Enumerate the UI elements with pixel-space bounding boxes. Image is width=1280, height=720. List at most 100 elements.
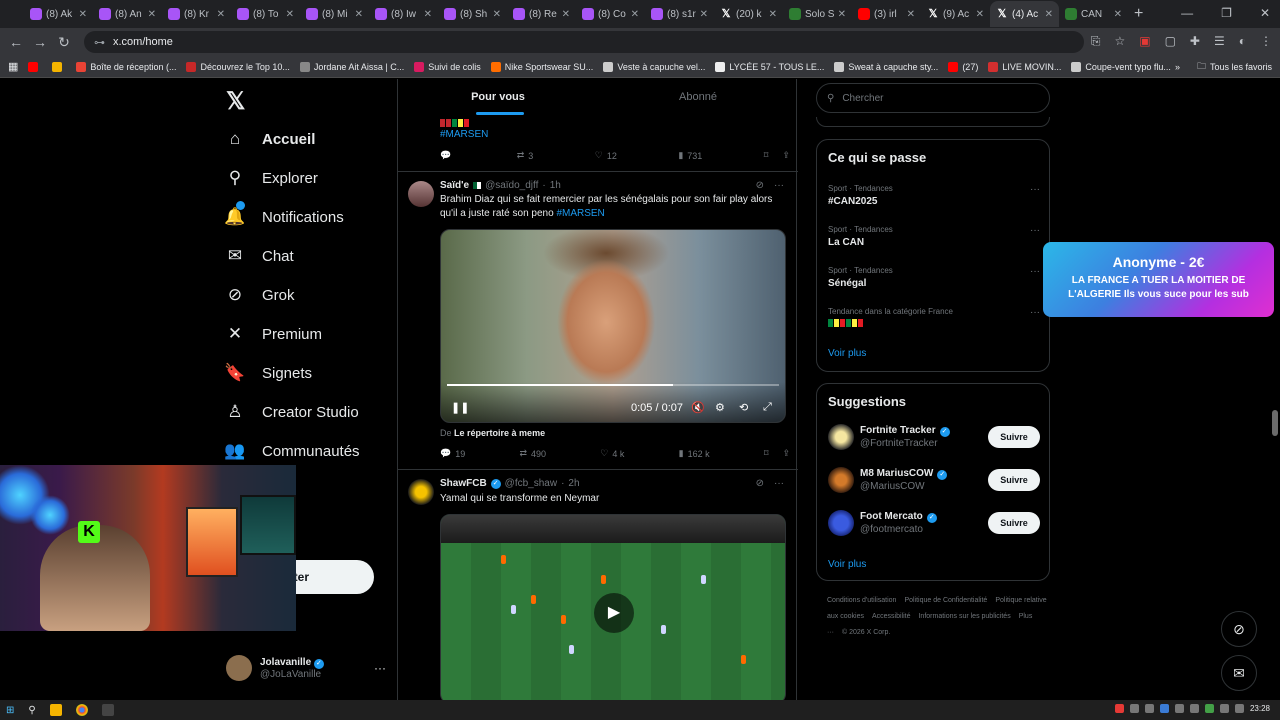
grok-icon[interactable]: ⊘ — [756, 478, 764, 489]
views-button[interactable]: ▮ 731 — [678, 150, 702, 161]
reply-button[interactable]: 💬 19 — [440, 448, 465, 459]
suggestion-item[interactable]: Fortnite Tracker ✓ @FortniteTracker Suivre — [828, 424, 1040, 450]
maximize-icon[interactable]: ❐ — [1221, 6, 1232, 20]
hashtag-link[interactable]: #MARSEN — [556, 208, 604, 219]
retweet-button[interactable]: ⇄ 3 — [517, 150, 534, 161]
close-tab-icon[interactable]: ✕ — [631, 9, 639, 20]
nav-item-chat[interactable]: ✉ Chat — [222, 246, 294, 266]
more-icon[interactable]: ··· — [374, 661, 386, 675]
avatar[interactable] — [408, 181, 434, 207]
nav-item-grok[interactable]: ⊘ Grok — [222, 285, 295, 305]
follow-button[interactable]: Suivre — [988, 512, 1040, 534]
minimize-icon[interactable]: — — [1181, 6, 1193, 20]
profile-avatar-icon[interactable]: ◐ — [1239, 34, 1246, 49]
tweet-time[interactable]: 2h — [568, 478, 579, 489]
nav-item-notifications[interactable]: 🔔 Notifications — [222, 201, 344, 227]
browser-tab[interactable]: (8) To ✕ — [231, 1, 300, 27]
footer-link[interactable]: Informations sur les publicités — [918, 613, 1010, 620]
close-tab-icon[interactable]: ✕ — [838, 9, 846, 20]
app-icon[interactable] — [101, 704, 114, 716]
more-icon[interactable]: ··· — [774, 478, 784, 489]
trend-item[interactable]: Sport · Tendances #CAN2025 ··· — [828, 184, 1040, 207]
new-tab-button[interactable]: + — [1134, 5, 1143, 23]
see-more-link[interactable]: Voir plus — [828, 348, 866, 359]
browser-tab[interactable]: (3) irl ✕ — [852, 1, 921, 27]
video-player[interactable]: ❚❚ 0:05 / 0:07 🔇 ⚙ ⟲ ⤢ — [440, 229, 786, 423]
browser-tab[interactable]: (8) An ✕ — [93, 1, 162, 27]
browser-tab[interactable]: (8) Kr ✕ — [162, 1, 231, 27]
browser-tab[interactable]: (8) s1r ✕ — [645, 1, 714, 27]
mute-icon[interactable]: 🔇 — [691, 401, 705, 414]
clock[interactable]: 23:28 — [1250, 704, 1270, 713]
apps-icon[interactable]: ▦ — [8, 60, 18, 73]
retweet-button[interactable]: ⇄ 490 — [519, 448, 546, 459]
author-name[interactable]: Saïd'e — [440, 180, 469, 191]
browser-tab[interactable]: 𝕏 (9) Ac ✕ — [921, 1, 990, 27]
close-tab-icon[interactable]: ✕ — [907, 9, 915, 20]
bookmark-item[interactable]: Veste à capuche vel... — [603, 61, 705, 72]
site-info-icon[interactable]: ⊶ — [94, 36, 105, 49]
tray-icon[interactable] — [1129, 704, 1139, 713]
browser-tab[interactable]: (8) Sh ✕ — [438, 1, 507, 27]
footer-link[interactable]: Conditions d'utilisation — [827, 597, 896, 604]
bookmark-item[interactable] — [28, 61, 42, 72]
file-explorer-icon[interactable] — [49, 704, 62, 716]
back-icon[interactable]: ← — [4, 34, 28, 50]
like-button[interactable]: ♡ 12 — [595, 150, 617, 161]
close-window-icon[interactable]: ✕ — [1260, 6, 1270, 20]
see-more-link[interactable]: Voir plus — [828, 559, 866, 570]
footer-link[interactable]: Politique de Confidentialité — [904, 597, 987, 604]
bookmark-button[interactable]: ⌑ ⇪ — [764, 448, 790, 459]
loop-icon[interactable]: ⟲ — [739, 401, 748, 414]
tray-icon[interactable] — [1114, 704, 1124, 713]
browser-tab[interactable]: (8) Iw ✕ — [369, 1, 438, 27]
trend-item[interactable]: Sport · Tendances La CAN ··· — [828, 225, 1040, 248]
browser-tab[interactable]: 𝕏 (20) k ✕ — [714, 1, 783, 27]
chrome-icon[interactable] — [75, 704, 88, 716]
browser-tab[interactable]: CAN ✕ — [1059, 1, 1128, 27]
windows-start-icon[interactable]: ⊞ — [6, 705, 14, 716]
author-handle[interactable]: @saïdo_djff — [485, 180, 538, 191]
close-tab-icon[interactable]: ✕ — [769, 9, 777, 20]
reply-button[interactable]: 💬 — [440, 150, 455, 161]
chevron-right-icon[interactable]: » — [1175, 62, 1180, 72]
tray-icon[interactable] — [1204, 704, 1214, 713]
author-handle[interactable]: @fcb_shaw — [505, 478, 557, 489]
search-icon[interactable]: ⚲ — [28, 705, 35, 716]
all-bookmarks[interactable]: 🗀 Tous les favoris — [1197, 59, 1272, 75]
browser-tab[interactable]: (8) Co ✕ — [576, 1, 645, 27]
browser-tab[interactable]: (8) Ak ✕ — [24, 1, 93, 27]
star-icon[interactable]: ☆ — [1114, 34, 1125, 49]
bookmark-item[interactable]: Découvrez le Top 10... — [186, 61, 290, 72]
close-tab-icon[interactable]: ✕ — [355, 9, 363, 20]
suggestion-item[interactable]: Foot Mercato ✓ @footmercato Suivre — [828, 510, 1040, 536]
puzzle-icon[interactable]: ✚ — [1190, 34, 1200, 49]
close-tab-icon[interactable]: ✕ — [286, 9, 294, 20]
follow-button[interactable]: Suivre — [988, 426, 1040, 448]
video-progress[interactable] — [447, 384, 779, 386]
grok-icon[interactable]: ⊘ — [756, 180, 764, 191]
bookmark-item[interactable]: Sweat à capuche sty... — [834, 61, 938, 72]
tray-icon[interactable] — [1219, 704, 1229, 713]
bookmark-item[interactable]: Coupe-vent typo flu... — [1071, 61, 1171, 72]
tab-pour-vous[interactable]: Pour vous — [398, 79, 598, 117]
bookmark-item[interactable]: Boîte de réception (... — [76, 61, 176, 72]
play-icon[interactable]: ▶ — [594, 593, 634, 633]
media-icon[interactable]: ☰ — [1214, 34, 1225, 49]
more-icon[interactable]: ··· — [774, 180, 784, 191]
search-input[interactable]: ⚲ Chercher — [816, 83, 1050, 113]
x-logo-icon[interactable]: 𝕏 — [226, 87, 245, 116]
close-tab-icon[interactable]: ✕ — [562, 9, 570, 20]
close-tab-icon[interactable]: ✕ — [700, 9, 708, 20]
nav-item-accueil[interactable]: ⌂ Accueil — [222, 129, 316, 149]
trend-item[interactable]: Tendance dans la catégorie France ··· — [828, 307, 1040, 327]
bookmark-item[interactable] — [52, 61, 66, 72]
more-icon[interactable]: ··· — [1030, 225, 1040, 236]
browser-tab[interactable]: (8) Re ✕ — [507, 1, 576, 27]
bookmark-item[interactable]: LIVE MOVIN... — [988, 61, 1061, 72]
bookmark-item[interactable]: (27) — [948, 61, 978, 72]
more-icon[interactable]: ··· — [1030, 307, 1040, 318]
account-switcher[interactable]: Jolavanille ✓ @JoLaVanille ··· — [226, 655, 386, 681]
hashtag-link[interactable]: #MARSEN — [440, 129, 488, 140]
avatar[interactable] — [408, 479, 434, 505]
